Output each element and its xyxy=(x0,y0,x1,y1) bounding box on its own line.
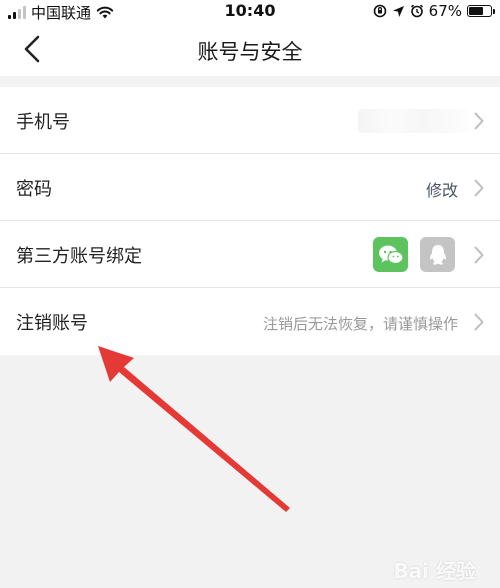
page-title: 账号与安全 xyxy=(197,40,303,64)
settings-list: 手机号 密码 修改 第三方账号绑定 注销账号 注销后无法恢复，请谨慎操作 xyxy=(0,87,500,355)
chevron-right-icon xyxy=(474,313,484,331)
watermark: Bai 经验 xyxy=(393,559,476,583)
qq-icon[interactable] xyxy=(420,237,455,272)
third-party-binding-row[interactable]: 第三方账号绑定 xyxy=(0,221,500,288)
status-bar: 中国联通 10:40 67% xyxy=(0,0,500,22)
password-edit-link[interactable]: 修改 xyxy=(426,177,458,201)
cancel-account-label: 注销账号 xyxy=(16,313,88,334)
password-label: 密码 xyxy=(16,179,52,200)
phone-number-value-blurred xyxy=(358,109,468,133)
alarm-icon xyxy=(410,4,423,18)
chevron-right-icon xyxy=(474,246,484,264)
wechat-icon[interactable] xyxy=(373,237,408,272)
location-icon xyxy=(392,5,404,17)
lock-rotation-icon xyxy=(373,4,386,18)
nav-bar: 账号与安全 xyxy=(0,22,500,76)
chevron-right-icon xyxy=(474,112,484,130)
phone-number-label: 手机号 xyxy=(16,112,70,133)
cancel-account-hint: 注销后无法恢复，请谨慎操作 xyxy=(262,315,458,333)
battery-icon xyxy=(467,5,495,17)
password-row[interactable]: 密码 修改 xyxy=(0,154,500,221)
battery-percent: 67% xyxy=(428,2,462,20)
third-party-binding-label: 第三方账号绑定 xyxy=(16,246,142,267)
status-bar-right: 67% xyxy=(373,2,495,20)
chevron-right-icon xyxy=(474,179,484,197)
cancel-account-row[interactable]: 注销账号 注销后无法恢复，请谨慎操作 xyxy=(0,288,500,355)
phone-number-row[interactable]: 手机号 xyxy=(0,87,500,154)
